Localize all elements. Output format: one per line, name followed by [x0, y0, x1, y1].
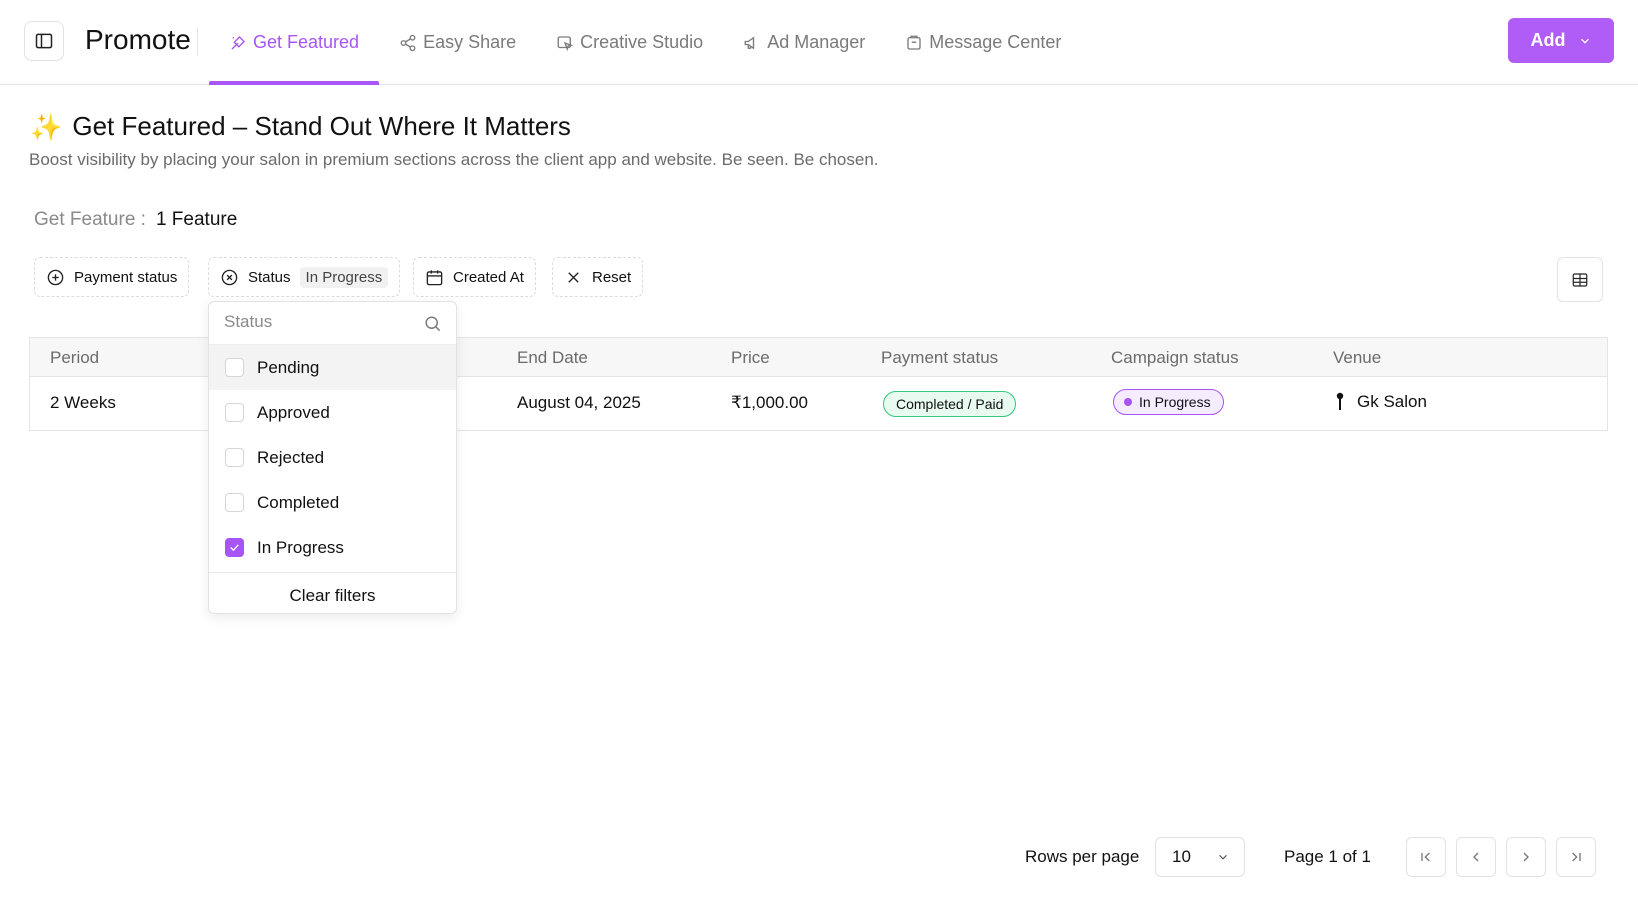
status-search	[209, 302, 456, 345]
plus-circle-icon	[47, 269, 64, 285]
first-page-button[interactable]	[1406, 837, 1446, 877]
cell-end-date: August 04, 2025	[517, 393, 641, 412]
created-at-filter-button[interactable]: Created At	[413, 257, 536, 297]
option-label: Completed	[257, 492, 340, 512]
status-option-pending[interactable]: Pending	[209, 345, 456, 390]
message-box-icon	[907, 35, 921, 50]
page-title: Get Featured – Stand Out Where It Matter…	[72, 111, 571, 141]
close-icon	[568, 271, 579, 283]
column-header-end-date[interactable]: End Date	[517, 348, 588, 368]
share-icon	[400, 34, 416, 51]
status-filter-button[interactable]: Status In Progress	[208, 257, 401, 297]
status-option-completed[interactable]: Completed	[209, 480, 456, 525]
tab-message-center[interactable]: Message Center	[885, 0, 1081, 85]
app-title: Promote	[85, 24, 191, 55]
campaign-status-badge: In Progress	[1113, 389, 1224, 415]
last-page-button[interactable]	[1556, 837, 1596, 877]
tab-easy-share[interactable]: Easy Share	[379, 0, 536, 85]
chevron-down-icon	[1219, 854, 1227, 860]
x-circle-icon	[221, 269, 238, 285]
chevron-left-icon	[1473, 852, 1479, 862]
tab-label: Get Featured	[253, 32, 360, 52]
status-search-input[interactable]	[224, 312, 414, 332]
tab-label: Easy Share	[423, 32, 517, 52]
feature-count-label: Get Feature :	[34, 209, 146, 230]
tab-ad-manager[interactable]: Ad Manager	[723, 0, 885, 85]
sidebar-toggle-button[interactable]	[24, 21, 64, 61]
filter-label: Status	[248, 268, 291, 286]
option-label: In Progress	[257, 537, 344, 557]
filter-label: Payment status	[74, 268, 178, 286]
rows-per-page-value: 10	[1172, 847, 1191, 866]
megaphone-icon	[744, 35, 755, 50]
payment-status-badge: Completed / Paid	[883, 391, 1017, 417]
creative-studio-icon	[557, 35, 574, 51]
status-filter-dropdown: Pending Approved Rejected Completed In P…	[208, 301, 457, 614]
add-button[interactable]: Add	[1508, 18, 1614, 63]
status-option-rejected[interactable]: Rejected	[209, 435, 456, 480]
panel-left-icon	[35, 33, 53, 49]
status-option-in-progress[interactable]: In Progress	[209, 525, 456, 570]
check-icon	[230, 544, 239, 552]
tab-label: Message Center	[929, 32, 1062, 52]
tab-label: Ad Manager	[767, 32, 866, 52]
page-heading: ✨ Get Featured – Stand Out Where It Matt…	[30, 111, 571, 142]
checkbox-checked[interactable]	[225, 538, 244, 557]
pin-icon	[1336, 392, 1344, 410]
column-header-campaign-status[interactable]: Campaign status	[1111, 348, 1239, 368]
rows-per-page-select[interactable]: 10	[1155, 837, 1245, 877]
sparkles-icon: ✨	[30, 111, 63, 142]
column-header-venue[interactable]: Venue	[1333, 348, 1381, 368]
next-page-button[interactable]	[1506, 837, 1546, 877]
column-header-period[interactable]: Period	[50, 348, 99, 368]
view-options-button[interactable]	[1557, 257, 1603, 302]
tab-creative-studio[interactable]: Creative Studio	[536, 0, 723, 85]
column-header-payment-status[interactable]: Payment status	[881, 348, 998, 368]
cell-price: ₹1,000.00	[731, 393, 808, 412]
tab-get-featured[interactable]: Get Featured	[209, 0, 380, 85]
filter-label: Reset	[592, 268, 632, 286]
payment-status-filter-button[interactable]: Payment status	[34, 257, 190, 297]
calendar-icon	[426, 269, 443, 285]
search-icon	[425, 316, 441, 332]
status-dot	[1124, 398, 1132, 406]
page-subtitle: Boost visibility by placing your salon i…	[29, 150, 879, 169]
chevrons-first-icon	[1421, 852, 1430, 862]
clear-filters-button[interactable]: Clear filters	[209, 573, 456, 613]
add-button-label: Add	[1530, 30, 1566, 50]
campaign-status-label: In Progress	[1139, 394, 1211, 410]
page-indicator: Page 1 of 1	[1284, 847, 1371, 866]
rows-per-page-label: Rows per page	[1025, 847, 1140, 866]
nav-tabs: Get Featured Easy Share Creative Studio …	[209, 0, 1081, 85]
divider	[197, 28, 198, 56]
previous-page-button[interactable]	[1456, 837, 1496, 877]
checkbox[interactable]	[225, 358, 244, 377]
chevrons-last-icon	[1572, 852, 1581, 862]
cell-venue: Gk Salon	[1335, 392, 1427, 412]
feature-count-value: 1 Feature	[155, 209, 238, 230]
checkbox[interactable]	[225, 403, 244, 422]
status-filter-chip: In Progress	[299, 266, 389, 288]
tab-label: Creative Studio	[580, 32, 704, 52]
chevron-right-icon	[1523, 852, 1529, 862]
checkbox[interactable]	[225, 493, 244, 512]
sparkle-pen-icon	[231, 35, 245, 49]
cell-period: 2 Weeks	[50, 393, 116, 412]
filter-label: Created At	[453, 268, 524, 286]
option-label: Approved	[257, 402, 330, 422]
column-header-price[interactable]: Price	[731, 348, 770, 368]
feature-count: Get Feature : 1 Feature	[34, 209, 237, 231]
status-option-approved[interactable]: Approved	[209, 390, 456, 435]
chevron-down-icon	[1580, 38, 1589, 44]
venue-name: Gk Salon	[1357, 392, 1427, 411]
top-bar: Promote Get Featured Easy Share Creative…	[0, 0, 1638, 85]
option-label: Rejected	[257, 447, 325, 467]
checkbox[interactable]	[225, 448, 244, 467]
table-icon	[1572, 272, 1588, 287]
reset-filters-button[interactable]: Reset	[552, 257, 644, 297]
option-label: Pending	[257, 357, 320, 377]
